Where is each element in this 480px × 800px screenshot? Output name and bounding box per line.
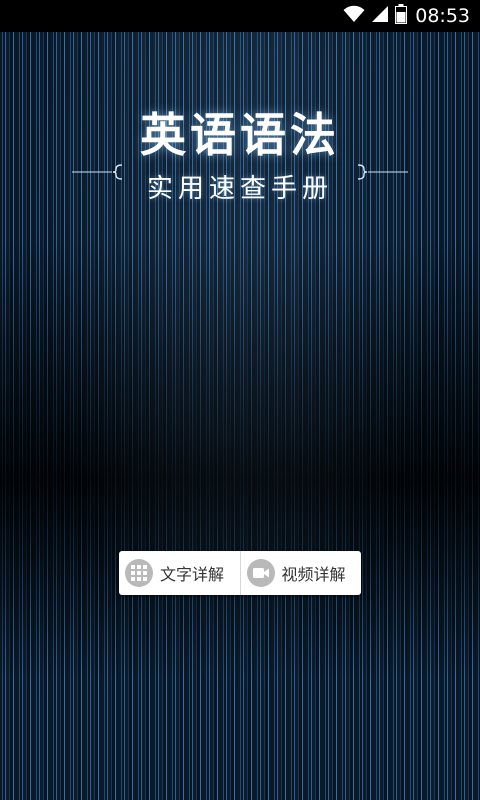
video-camera-icon <box>246 559 275 587</box>
video-detail-button[interactable]: 视频详解 <box>239 551 362 595</box>
status-bar: 08:53 <box>0 0 480 32</box>
wifi-icon <box>343 5 365 27</box>
grid-icon <box>125 559 153 587</box>
text-detail-button[interactable]: 文字详解 <box>119 551 240 595</box>
status-icons <box>343 4 408 28</box>
splash-screen: 08:53 英语语法 实用速查手册 文字详解 视频详解 <box>0 0 480 800</box>
video-detail-label: 视频详解 <box>281 565 346 584</box>
signal-icon <box>371 5 389 27</box>
battery-icon <box>395 4 408 28</box>
app-title: 英语语法 <box>140 108 340 162</box>
right-bracket-decoration <box>357 164 408 180</box>
text-detail-label: 文字详解 <box>160 565 225 584</box>
mode-button-bar: 文字详解 视频详解 <box>119 551 361 595</box>
subtitle-row: 实用速查手册 <box>0 164 480 204</box>
app-subtitle: 实用速查手册 <box>146 174 333 204</box>
status-time: 08:53 <box>415 5 470 27</box>
app-title-block: 英语语法 实用速查手册 <box>0 108 480 204</box>
